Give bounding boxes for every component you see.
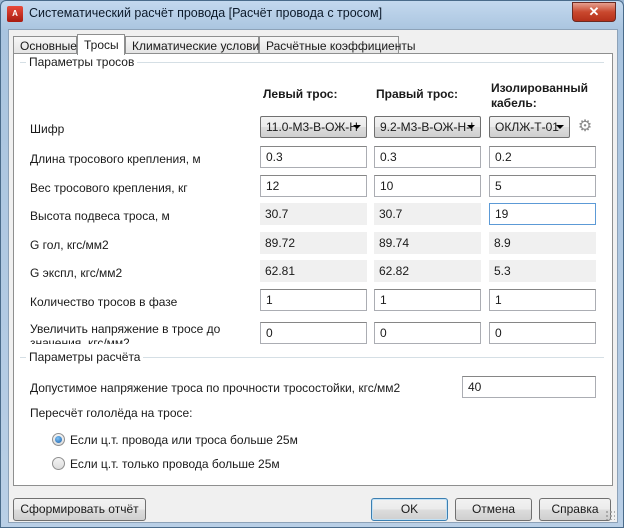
calc-group-title: Параметры расчёта xyxy=(26,350,144,364)
window-title: Систематический расчёт провода [Расчёт п… xyxy=(29,6,383,20)
row-label-g-gol: G гол, кгс/мм2 xyxy=(30,238,109,252)
cables-group-title: Параметры тросов xyxy=(26,55,138,69)
ice-option-wire-or-cable-label[interactable]: Если ц.т. провода или троса больше 25м xyxy=(70,433,298,447)
left-cable-increase-stress-input[interactable]: 0 xyxy=(260,322,367,344)
column-header-insulated-line1: Изолированный xyxy=(491,81,588,95)
tab-coefficients[interactable]: Расчётные коэффициенты xyxy=(259,36,415,54)
insulated-cable-increase-stress-input[interactable]: 0 xyxy=(489,322,596,344)
ok-button[interactable]: OK xyxy=(371,498,448,521)
tab-panel-cables: Параметры тросов Левый трос: Правый трос… xyxy=(13,53,613,486)
allowed-stress-input[interactable]: 40 xyxy=(462,376,596,398)
left-cable-g-expl-value: 62.81 xyxy=(260,260,367,282)
left-cable-count-input[interactable]: 1 xyxy=(260,289,367,311)
resize-grip[interactable] xyxy=(605,510,615,520)
row-label-cable-count: Количество тросов в фазе xyxy=(30,295,178,309)
row-label-attachment-weight: Вес тросового крепления, кг xyxy=(30,181,188,195)
row-label-g-expl: G экспл, кгс/мм2 xyxy=(30,266,123,280)
insulated-cable-code-select[interactable]: ОКЛЖ-Т-01 xyxy=(489,116,570,138)
right-cable-code-select[interactable]: 9.2-М3-В-ОЖ-Н-I xyxy=(374,116,481,138)
help-button[interactable]: Справка xyxy=(539,498,611,521)
cancel-button[interactable]: Отмена xyxy=(455,498,532,521)
close-button[interactable]: ✕ xyxy=(572,2,616,22)
generate-report-button[interactable]: Сформировать отчёт xyxy=(13,498,146,521)
tab-cables[interactable]: Тросы xyxy=(77,34,125,55)
left-cable-suspension-height-value: 30.7 xyxy=(260,203,367,225)
chevron-down-icon xyxy=(556,125,564,129)
tab-climate[interactable]: Климатические условия xyxy=(125,36,266,54)
insulated-cable-count-input[interactable]: 1 xyxy=(489,289,596,311)
insulated-cable-code-value: ОКЛЖ-Т-01 xyxy=(495,120,559,134)
column-header-right-cable: Правый трос: xyxy=(376,87,459,101)
right-cable-code-value: 9.2-М3-В-ОЖ-Н-I xyxy=(380,120,474,134)
row-label-increase-stress: Увеличить напряжение в тросе до значения… xyxy=(30,322,221,344)
chevron-down-icon xyxy=(467,125,475,129)
column-header-insulated-cable: Изолированный кабель: xyxy=(491,81,588,111)
row-label-attachment-length: Длина тросового крепления, м xyxy=(30,152,201,166)
row-label-code: Шифр xyxy=(30,122,65,136)
left-cable-g-gol-value: 89.72 xyxy=(260,232,367,254)
ice-option-wire-only-radio[interactable] xyxy=(52,457,65,470)
right-cable-g-gol-value: 89.74 xyxy=(374,232,481,254)
ice-option-wire-or-cable-radio[interactable] xyxy=(52,433,65,446)
left-cable-code-value: 11.0-М3-В-ОЖ-Н xyxy=(266,120,358,134)
right-cable-attachment-weight-input[interactable]: 10 xyxy=(374,175,481,197)
right-cable-g-expl-value: 62.82 xyxy=(374,260,481,282)
allowed-stress-label: Допустимое напряжение троса по прочности… xyxy=(30,381,401,395)
column-header-left-cable: Левый трос: xyxy=(263,87,338,101)
title-bar[interactable]: A Систематический расчёт провода [Расчёт… xyxy=(1,1,623,27)
insulated-cable-attachment-length-input[interactable]: 0.2 xyxy=(489,146,596,168)
insulated-cable-suspension-height-input[interactable]: 19 xyxy=(489,203,596,225)
insulated-cable-g-gol-value: 8.9 xyxy=(489,232,596,254)
insulated-cable-g-expl-value: 5.3 xyxy=(489,260,596,282)
right-cable-attachment-length-input[interactable]: 0.3 xyxy=(374,146,481,168)
chevron-down-icon xyxy=(353,125,361,129)
column-header-insulated-line2: кабель: xyxy=(491,96,537,110)
app-logo-icon: A xyxy=(7,6,23,22)
right-cable-count-input[interactable]: 1 xyxy=(374,289,481,311)
dialog-window: A Систематический расчёт провода [Расчёт… xyxy=(0,0,624,528)
gear-icon[interactable]: ⚙ xyxy=(577,119,593,135)
tab-basic[interactable]: Основные xyxy=(13,36,77,54)
left-cable-attachment-length-input[interactable]: 0.3 xyxy=(260,146,367,168)
insulated-cable-attachment-weight-input[interactable]: 5 xyxy=(489,175,596,197)
ice-option-wire-only-label[interactable]: Если ц.т. только провода больше 25м xyxy=(70,457,280,471)
right-cable-increase-stress-input[interactable]: 0 xyxy=(374,322,481,344)
left-cable-code-select[interactable]: 11.0-М3-В-ОЖ-Н xyxy=(260,116,367,138)
ice-recalc-label: Пересчёт гололёда на тросе: xyxy=(30,406,193,420)
dialog-client-area: Основные Тросы Климатические условия Рас… xyxy=(8,29,618,523)
row-label-suspension-height: Высота подвеса троса, м xyxy=(30,209,170,223)
right-cable-suspension-height-value: 30.7 xyxy=(374,203,481,225)
left-cable-attachment-weight-input[interactable]: 12 xyxy=(260,175,367,197)
